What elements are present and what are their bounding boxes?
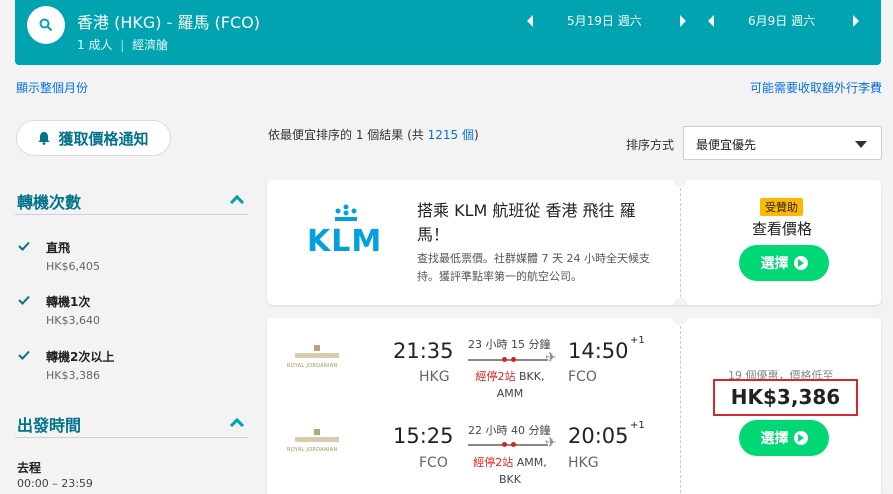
results-sort-word: 最便宜 (280, 128, 317, 142)
leg1-arrive-code: FCO (568, 369, 597, 385)
leg1-depart-code: HKG (419, 369, 450, 385)
results-prefix: 依 (268, 128, 281, 142)
leg1-via2: AMM (496, 387, 524, 400)
sort-value: 最便宜優先 (696, 138, 757, 152)
leg2-stops: 經停2站 AMM, BKK (470, 454, 550, 488)
leg1-flight-line (468, 359, 548, 361)
view-price-label: 查看價格 (752, 220, 813, 238)
extra-fees-link[interactable]: 可能需要收取額外行李費 (750, 79, 882, 96)
stop-dot (511, 357, 516, 362)
card-divider (680, 188, 681, 297)
leg2-arrive-time: 20:05 (568, 424, 629, 448)
card-notch (673, 318, 687, 325)
leg1-arrive-time: 14:50 (568, 339, 629, 363)
route-details: 1 成人 | 經濟艙 (77, 38, 169, 52)
show-month-link[interactable]: 顯示整個月份 (16, 79, 88, 96)
checkbox-checked-icon[interactable] (17, 293, 31, 307)
checkbox-checked-icon[interactable] (17, 348, 31, 362)
arrow-right-icon (793, 256, 808, 270)
depart-time-filter-title[interactable]: 出發時間 (17, 412, 81, 436)
stops-option-label: 轉機2次以上 (46, 350, 115, 364)
prev-depart-icon[interactable] (527, 14, 533, 27)
divider (15, 437, 248, 438)
search-header: 香港 (HKG) - 羅馬 (FCO) 1 成人 | 經濟艙 5月19日 週六 … (15, 0, 881, 65)
stops-option-price: HK$3,386 (46, 369, 100, 382)
results-suffix: ) (473, 128, 479, 142)
return-date[interactable]: 6月9日 週六 (748, 12, 815, 29)
chevron-down-icon (855, 141, 867, 148)
leg2-day-offset: +1 (630, 420, 645, 431)
price-alert-label: 獲取價格通知 (58, 129, 149, 148)
card-notch (673, 298, 687, 305)
sort-select[interactable]: 最便宜優先 (683, 126, 882, 160)
collapse-stops-icon[interactable] (229, 194, 245, 210)
leg1-day-offset: +1 (630, 335, 645, 346)
ad-headline[interactable]: 搭乘 KLM 航班從 香港 飛往 羅馬！ (417, 199, 647, 247)
leg2-duration: 22 小時 40 分鐘 (468, 424, 551, 437)
ad-select-button[interactable]: 選擇 (739, 245, 829, 281)
prev-return-icon[interactable] (708, 14, 714, 27)
collapse-depart-time-icon[interactable] (229, 417, 245, 433)
klm-logo: KLM (307, 224, 383, 259)
route-title[interactable]: 香港 (HKG) - 羅馬 (FCO) (77, 9, 260, 33)
leg2-via2: BKK (499, 473, 521, 486)
card-notch (673, 180, 687, 187)
leg1-stop-count: 經停2站 (475, 370, 516, 383)
airline-name: ROYAL JORDANIAN (287, 363, 338, 369)
stop-dot (502, 442, 507, 447)
leg2-depart-code: FCO (419, 455, 448, 471)
leg1-stops: 經停2站 BKK, AMM (470, 368, 550, 402)
select-label: 選擇 (760, 256, 789, 272)
divider (15, 214, 248, 215)
cabin-class: 經濟艙 (132, 38, 169, 52)
next-depart-icon[interactable] (679, 14, 686, 27)
leg2-arrive-code: HKG (568, 455, 599, 471)
result-price: HK$3,386 (713, 379, 858, 416)
leg2-via: AMM, (516, 456, 547, 469)
stops-filter-title[interactable]: 轉機次數 (17, 189, 81, 213)
results-middle: 排序的 1 個結果 (共 (316, 128, 428, 142)
leg1-depart-time: 21:35 (393, 339, 454, 363)
leg1-via: BKK, (519, 370, 545, 383)
outbound-time-range: 00:00 – 23:59 (17, 477, 93, 490)
leg2-stop-count: 經停2站 (473, 456, 514, 469)
stops-option-price: HK$3,640 (46, 314, 100, 327)
flight-result-card[interactable]: ROYAL JORDANIAN 21:35 HKG 23 小時 15 分鐘 ✈ … (267, 318, 881, 494)
results-summary: 依最便宜排序的 1 個結果 (共 1215 個) (268, 126, 479, 143)
plane-icon: ✈ (545, 350, 557, 366)
result-select-button[interactable]: 選擇 (739, 420, 829, 456)
airline-name: ROYAL JORDANIAN (287, 447, 338, 453)
depart-date[interactable]: 5月19日 週六 (567, 12, 642, 29)
results-total-link[interactable]: 1215 個 (428, 128, 474, 142)
leg1-duration: 23 小時 15 分鐘 (468, 338, 551, 351)
stops-option-label: 直飛 (46, 241, 71, 255)
sort-label: 排序方式 (626, 138, 675, 152)
checkbox-checked-icon[interactable] (17, 239, 31, 253)
stops-option-label: 轉機1次 (46, 295, 91, 309)
depart-date-nav: 5月19日 週六 (527, 12, 686, 29)
card-divider (680, 326, 681, 494)
next-return-icon[interactable] (853, 14, 860, 27)
leg2-flight-line (468, 444, 548, 446)
klm-crown-icon (335, 204, 357, 221)
sponsored-card: KLM 搭乘 KLM 航班從 香港 飛往 羅馬！ 查找最低票價。社群媒體 7 天… (267, 180, 881, 305)
sponsored-badge: 受贊助 (760, 198, 803, 216)
search-button[interactable] (27, 6, 65, 44)
price-alert-button[interactable]: 獲取價格通知 (16, 120, 171, 156)
outbound-label: 去程 (17, 461, 42, 475)
return-date-nav: 6月9日 週六 (708, 12, 860, 29)
arrow-right-icon (793, 431, 808, 445)
leg2-depart-time: 15:25 (393, 424, 454, 448)
bell-icon (38, 132, 50, 145)
select-label: 選擇 (760, 431, 789, 447)
stop-dot (502, 357, 507, 362)
passenger-count: 1 成人 (77, 38, 113, 52)
plane-icon: ✈ (545, 435, 557, 451)
stop-dot (511, 442, 516, 447)
stops-option-price: HK$6,405 (46, 260, 100, 273)
ad-body: 查找最低票價。社群媒體 7 天 24 小時全天候支持。獲評準點率第一的航空公司。 (417, 252, 650, 283)
search-icon (39, 18, 53, 32)
